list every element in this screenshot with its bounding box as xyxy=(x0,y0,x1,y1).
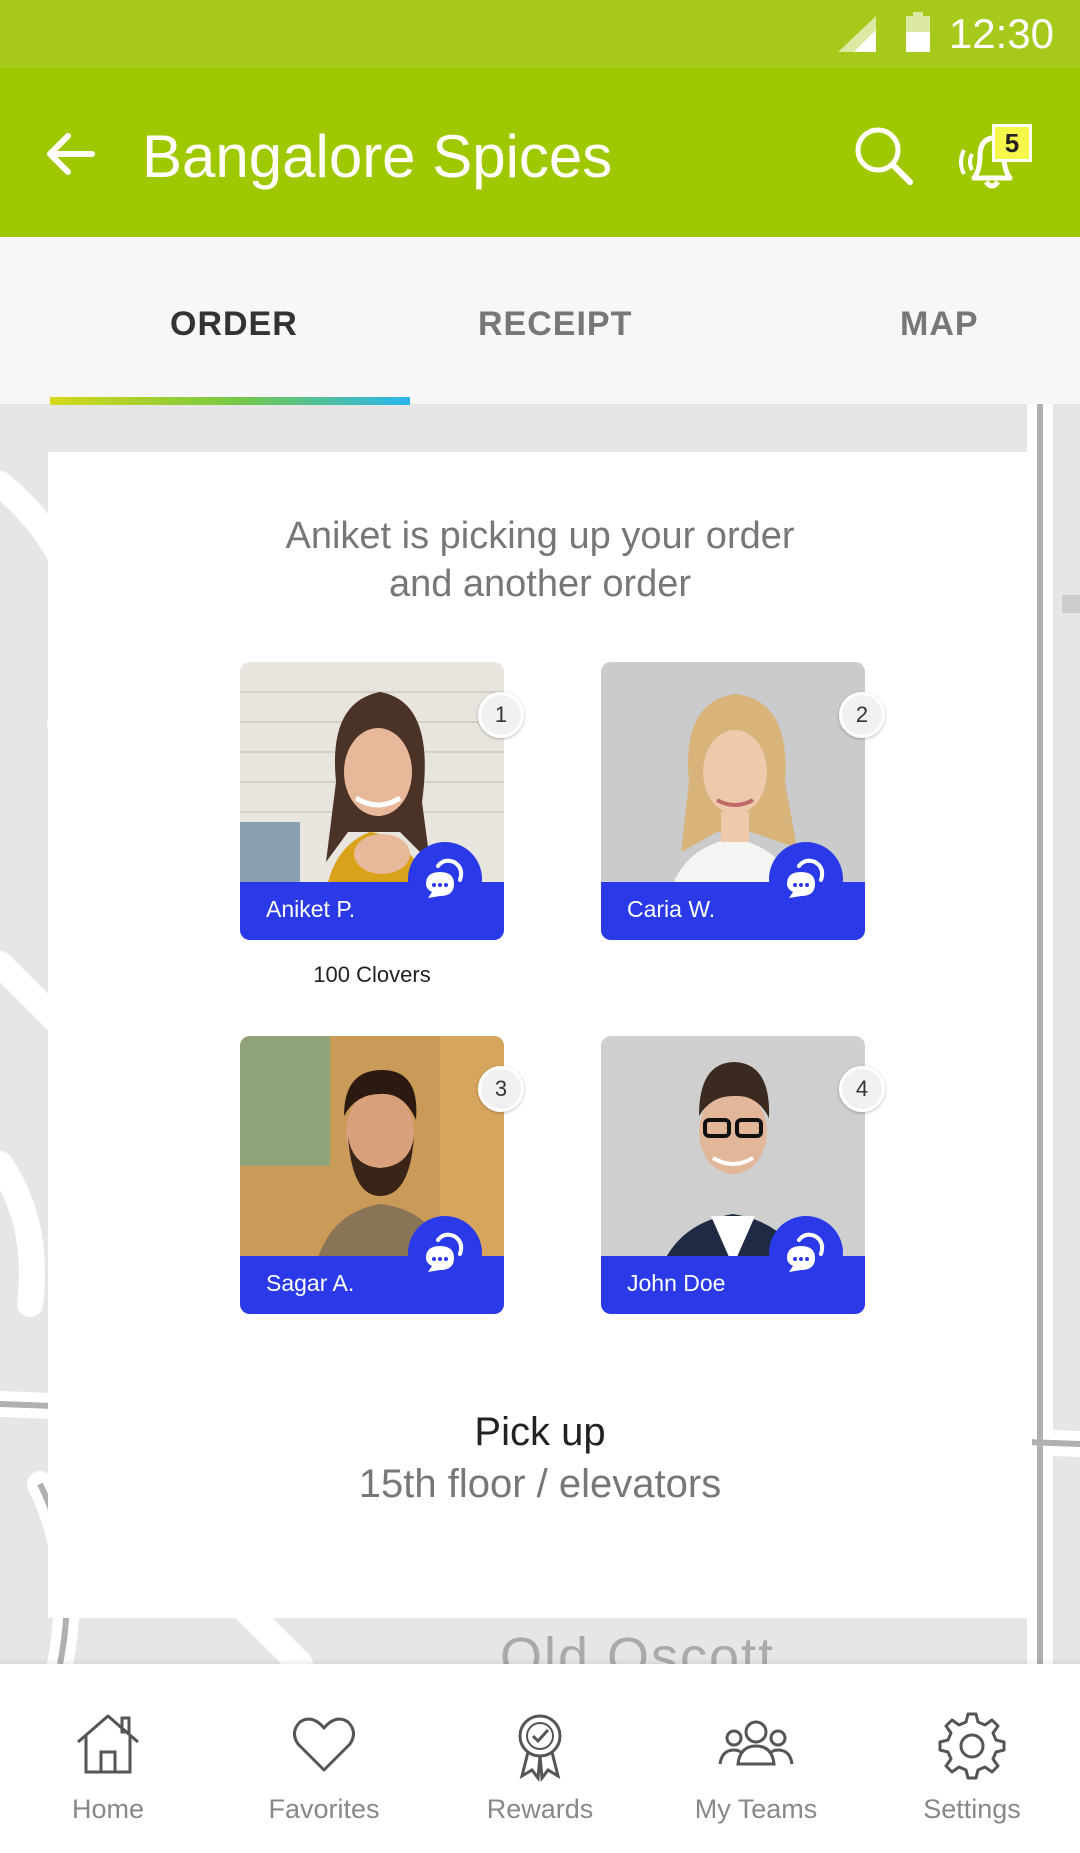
position-badge: 4 xyxy=(839,1066,885,1112)
nav-label-rewards: Rewards xyxy=(486,1794,594,1824)
clovers-count: 100 Clovers xyxy=(313,962,431,987)
person-card-1[interactable]: Aniket P. 1 100 Clovers xyxy=(240,662,524,987)
person-card-4[interactable]: John Doe 4 xyxy=(601,1036,885,1314)
card-heading-line1: Aniket is picking up your order xyxy=(285,515,795,557)
bottom-navigation: Home Favorites Rewards My Teams Settings xyxy=(0,1664,1080,1853)
chat-button[interactable] xyxy=(769,1216,843,1290)
nav-label-favorites: Favorites xyxy=(268,1794,380,1824)
tab-map[interactable]: MAP xyxy=(900,305,979,344)
person-card-3[interactable]: Sagar A. 3 xyxy=(240,1036,524,1314)
rewards-badge-icon xyxy=(518,1714,562,1782)
chat-bubble-icon xyxy=(787,1232,825,1272)
nav-item-my-teams[interactable]: My Teams xyxy=(648,1664,864,1853)
nav-item-home[interactable]: Home xyxy=(0,1664,216,1853)
person-name: Caria W. xyxy=(627,896,716,922)
nav-label-home: Home xyxy=(71,1794,145,1824)
nav-item-rewards[interactable]: Rewards xyxy=(432,1664,648,1853)
person-name: John Doe xyxy=(627,1270,726,1296)
tab-order[interactable]: ORDER xyxy=(170,305,298,344)
nav-label-settings: Settings xyxy=(923,1794,1021,1824)
person-name: Sagar A. xyxy=(266,1270,355,1296)
arrow-left-icon xyxy=(47,133,95,175)
chat-button[interactable] xyxy=(408,842,482,916)
active-tab-indicator xyxy=(50,397,410,405)
signal-icon xyxy=(838,16,876,52)
battery-icon xyxy=(906,12,930,52)
nav-label-my-teams: My Teams xyxy=(694,1794,818,1824)
status-bar: 12:30 xyxy=(0,0,1080,68)
person-card-2[interactable]: Caria W. 2 xyxy=(601,662,885,940)
card-heading-line2: and another order xyxy=(388,563,692,605)
tab-bar: ORDER RECEIPT MAP xyxy=(0,237,1080,405)
back-button[interactable] xyxy=(40,124,100,184)
app-bar: Bangalore Spices 5 xyxy=(0,68,1080,237)
chat-bubble-icon xyxy=(426,1232,464,1272)
person-name: Aniket P. xyxy=(266,896,356,922)
map-label-bottom: Old Oscott xyxy=(500,1627,776,1664)
order-card: Aniket is picking up your order and anot… xyxy=(48,452,1032,1618)
notification-count-badge: 5 xyxy=(992,124,1032,162)
chat-button[interactable] xyxy=(769,842,843,916)
nav-item-favorites[interactable]: Favorites xyxy=(216,1664,432,1853)
position-badge: 1 xyxy=(478,692,524,738)
search-icon xyxy=(855,127,913,185)
card-heading: Aniket is picking up your order and anot… xyxy=(48,512,1032,608)
nav-item-settings[interactable]: Settings xyxy=(864,1664,1080,1853)
gear-icon xyxy=(938,1712,1006,1780)
home-icon xyxy=(77,1714,139,1774)
search-button[interactable] xyxy=(852,124,916,188)
position-badge: 2 xyxy=(839,692,885,738)
heart-icon xyxy=(293,1717,355,1772)
pickup-title: Pick up xyxy=(474,1410,606,1454)
chat-bubble-icon xyxy=(787,858,825,898)
status-time: 12:30 xyxy=(948,10,1054,57)
chat-button[interactable] xyxy=(408,1216,482,1290)
page-title: Bangalore Spices xyxy=(142,123,613,190)
pickup-location: 15th floor / elevators xyxy=(358,1462,722,1506)
position-badge: 3 xyxy=(478,1066,524,1112)
chat-bubble-icon xyxy=(426,858,464,898)
teams-icon xyxy=(718,1720,794,1766)
tab-receipt[interactable]: RECEIPT xyxy=(478,305,632,344)
